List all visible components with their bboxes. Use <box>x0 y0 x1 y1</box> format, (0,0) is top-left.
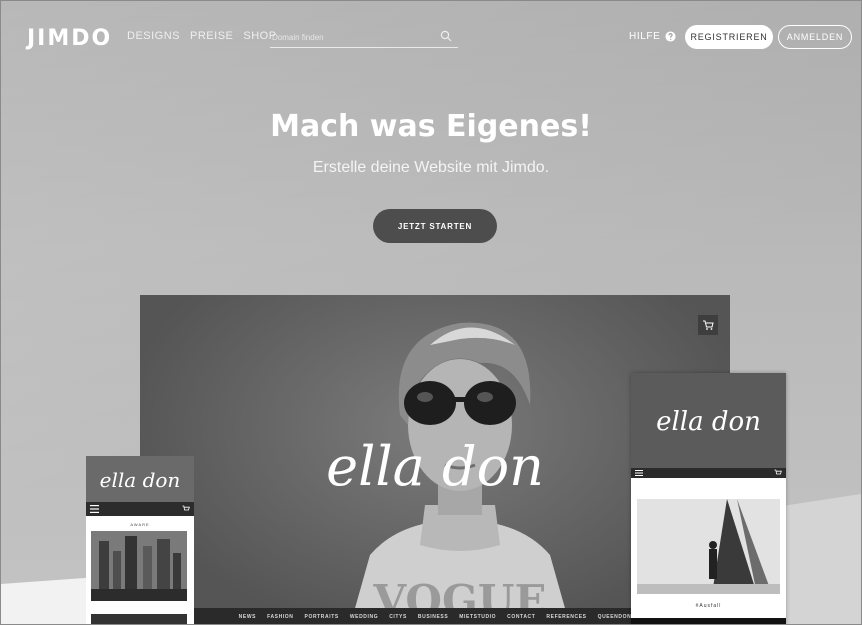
menu-icon[interactable] <box>90 505 99 513</box>
phone-right-menubar <box>631 468 786 478</box>
cart-icon[interactable] <box>182 505 190 513</box>
login-button[interactable]: ANMELDEN <box>778 25 852 49</box>
nav-designs[interactable]: DESIGNS <box>127 30 180 42</box>
template-nav-item[interactable]: WEDDING <box>350 614 378 620</box>
phone-left-menubar <box>86 502 194 516</box>
start-now-button[interactable]: JETZT STARTEN <box>373 209 497 243</box>
jimdo-logo[interactable]: JIMDO <box>27 26 112 51</box>
help-label: HILFE <box>629 31 661 42</box>
search-icon[interactable] <box>440 30 452 42</box>
phone-right-caption: #Ausfall <box>695 603 722 609</box>
cart-icon <box>703 320 714 330</box>
architecture-photo <box>637 499 780 594</box>
cart-icon[interactable] <box>774 469 782 477</box>
menu-icon[interactable] <box>635 470 643 476</box>
main-nav: DESIGNS PREISE SHOP <box>127 30 277 42</box>
register-button[interactable]: REGISTRIEREN <box>685 25 773 49</box>
template-nav-item[interactable]: MIETSTUDIO <box>459 614 496 620</box>
template-nav-item[interactable]: REFERENCES <box>546 614 586 620</box>
desktop-cart-button[interactable] <box>698 315 718 335</box>
domain-search-input[interactable] <box>270 28 432 47</box>
domain-search <box>270 27 458 48</box>
help-icon <box>665 31 676 42</box>
phone-right-brand: ella don <box>656 407 761 437</box>
nav-preise[interactable]: PREISE <box>190 30 233 42</box>
page-frame: JIMDO DESIGNS PREISE SHOP HILFE REGISTRI… <box>0 0 862 625</box>
template-nav-item[interactable]: FASHION <box>267 614 293 620</box>
help-link[interactable]: HILFE <box>629 31 676 42</box>
hero-subtitle: Erstelle deine Website mit Jimdo. <box>312 159 550 176</box>
city-photo <box>91 531 187 601</box>
template-nav-item[interactable]: NEWS <box>239 614 256 620</box>
top-navigation-bar: JIMDO DESIGNS PREISE SHOP HILFE REGISTRI… <box>1 21 861 53</box>
phone-left-brand: ella don <box>99 468 181 492</box>
template-nav-item[interactable]: BUSINESS <box>418 614 448 620</box>
phone-template-preview-left: ella don AWARE <box>86 456 194 624</box>
hero-title: Mach was Eigenes! <box>270 109 592 144</box>
phone-template-preview-right: ella don #Ausfall <box>631 373 786 624</box>
phone-left-section-label: AWARE <box>130 522 150 527</box>
template-nav-item[interactable]: PORTRAITS <box>305 614 339 620</box>
template-nav-item[interactable]: CITYS <box>389 614 407 620</box>
template-nav-item[interactable]: QUEENDON <box>598 614 632 620</box>
template-nav-item[interactable]: CONTACT <box>507 614 535 620</box>
